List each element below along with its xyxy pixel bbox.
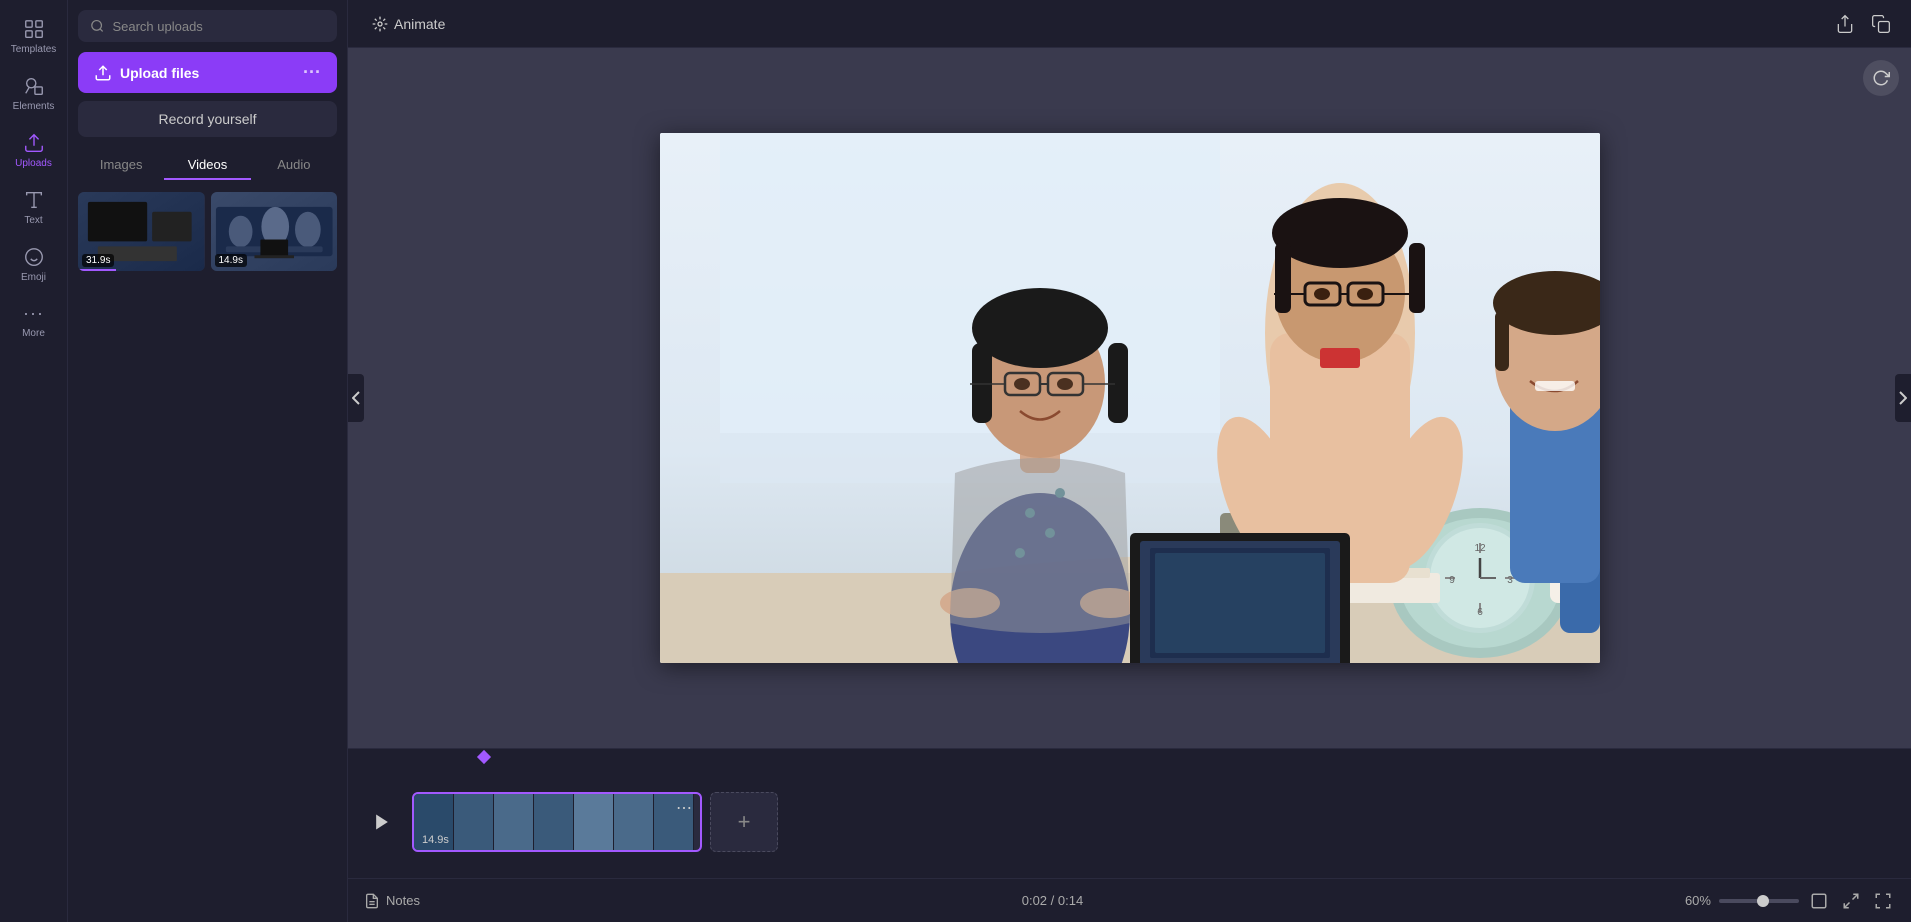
video-grid: 31.9s <box>78 192 337 271</box>
tab-images[interactable]: Images <box>78 151 164 180</box>
sidebar-item-templates[interactable]: Templates <box>0 8 67 65</box>
animate-icon <box>372 16 388 32</box>
video-thumbnail-2[interactable]: 14.9s <box>211 192 338 271</box>
video-progress-bar-1 <box>78 269 116 271</box>
svg-text:3: 3 <box>1507 575 1513 586</box>
frame-4 <box>534 794 574 850</box>
record-yourself-button[interactable]: Record yourself <box>78 101 337 137</box>
scrubber-diamond <box>477 750 491 764</box>
sidebar-item-emoji[interactable]: Emoji <box>0 236 67 293</box>
time-display: 0:02 / 0:14 <box>1022 893 1083 908</box>
top-bar: Animate <box>348 0 1911 48</box>
sidebar-item-text[interactable]: Text <box>0 179 67 236</box>
refresh-button[interactable] <box>1863 60 1899 96</box>
timeline-scrubber[interactable] <box>348 749 1911 765</box>
svg-text:6: 6 <box>1477 607 1483 618</box>
scrubber-marker <box>483 749 485 765</box>
video-duration-1: 31.9s <box>82 254 114 267</box>
notes-icon <box>364 893 380 909</box>
share-icon <box>1835 14 1855 34</box>
sidebar-item-text-label: Text <box>24 215 42 226</box>
bottom-right-controls: 60% <box>1685 889 1895 913</box>
record-yourself-label: Record yourself <box>158 111 256 127</box>
play-icon <box>372 812 392 832</box>
animate-button[interactable]: Animate <box>364 12 453 36</box>
media-tabs: Images Videos Audio <box>78 151 337 180</box>
sidebar-item-elements[interactable]: Elements <box>0 65 67 122</box>
canvas-frame: 12 3 6 9 <box>660 133 1600 663</box>
frame-6 <box>614 794 654 850</box>
frame-3 <box>494 794 534 850</box>
search-input[interactable] <box>112 19 325 34</box>
share-button[interactable] <box>1831 10 1859 38</box>
fullscreen-icon <box>1874 892 1892 910</box>
collapse-left-button[interactable] <box>348 374 364 422</box>
upload-arrow-icon <box>94 64 112 82</box>
bottom-bar: Notes 0:02 / 0:14 60% <box>348 878 1911 922</box>
add-slide-icon: + <box>738 809 751 835</box>
expand-button[interactable] <box>1807 889 1831 913</box>
sidebar-item-emoji-label: Emoji <box>21 272 46 283</box>
top-bar-left: Animate <box>364 12 1819 36</box>
dots-icon: ··· <box>23 303 44 324</box>
chevron-left-icon <box>352 391 360 405</box>
upload-icon <box>23 132 45 154</box>
office-photo-svg: 12 3 6 9 <box>660 133 1600 663</box>
collapse-right-button[interactable] <box>1895 374 1911 422</box>
svg-text:9: 9 <box>1449 575 1455 586</box>
emoji-icon <box>23 246 45 268</box>
tab-audio[interactable]: Audio <box>251 151 337 180</box>
top-bar-right <box>1831 10 1895 38</box>
tab-videos[interactable]: Videos <box>164 151 250 180</box>
sidebar-item-uploads[interactable]: Uploads <box>0 122 67 179</box>
upload-files-button[interactable]: Upload files ··· <box>78 52 337 93</box>
clip-more-button[interactable]: ⋯ <box>676 798 692 818</box>
clone-button[interactable] <box>1867 10 1895 38</box>
timeline-track: ⋯ 14.9s + <box>412 792 1895 852</box>
fit-icon <box>1842 892 1860 910</box>
search-icon <box>90 18 104 34</box>
sidebar-item-more[interactable]: ··· More <box>0 293 67 349</box>
clone-icon <box>1871 14 1891 34</box>
upload-more-dots[interactable]: ··· <box>303 62 321 83</box>
add-slide-button[interactable]: + <box>710 792 778 852</box>
timeline-area: ⋯ 14.9s + <box>348 748 1911 878</box>
sidebar-item-uploads-label: Uploads <box>15 158 52 169</box>
frame-5 <box>574 794 614 850</box>
timeline-content: ⋯ 14.9s + <box>348 765 1911 878</box>
upload-files-label: Upload files <box>120 65 199 81</box>
clip-duration: 14.9s <box>422 834 449 846</box>
shapes-icon <box>23 75 45 97</box>
play-button[interactable] <box>364 804 400 840</box>
zoom-slider[interactable] <box>1719 899 1799 903</box>
expand-icon <box>1810 892 1828 910</box>
icon-sidebar: Templates Elements Uploads Text <box>0 0 68 922</box>
svg-text:12: 12 <box>1474 543 1486 554</box>
main-area: Animate <box>348 0 1911 922</box>
search-bar[interactable] <box>78 10 337 42</box>
sidebar-item-elements-label: Elements <box>13 101 55 112</box>
frame-2 <box>454 794 494 850</box>
filmstrip <box>414 794 700 850</box>
sidebar-item-more-label: More <box>22 328 45 339</box>
refresh-icon <box>1872 69 1890 87</box>
text-icon <box>23 189 45 211</box>
grid-icon <box>23 18 45 40</box>
fullscreen-button[interactable] <box>1871 889 1895 913</box>
zoom-label: 60% <box>1685 893 1711 908</box>
notes-button[interactable]: Notes <box>364 893 420 909</box>
notes-label: Notes <box>386 893 420 908</box>
video-duration-2: 14.9s <box>215 254 247 267</box>
sidebar-item-templates-label: Templates <box>11 44 57 55</box>
canvas-viewport: 12 3 6 9 <box>348 48 1911 748</box>
video-thumbnail-1[interactable]: 31.9s <box>78 192 205 271</box>
fit-button[interactable] <box>1839 889 1863 913</box>
chevron-right-icon <box>1899 391 1907 405</box>
zoom-slider-thumb <box>1757 895 1769 907</box>
timeline-clip-main[interactable]: ⋯ 14.9s <box>412 792 702 852</box>
uploads-panel: Upload files ··· Record yourself Images … <box>68 0 348 922</box>
animate-label: Animate <box>394 16 445 32</box>
